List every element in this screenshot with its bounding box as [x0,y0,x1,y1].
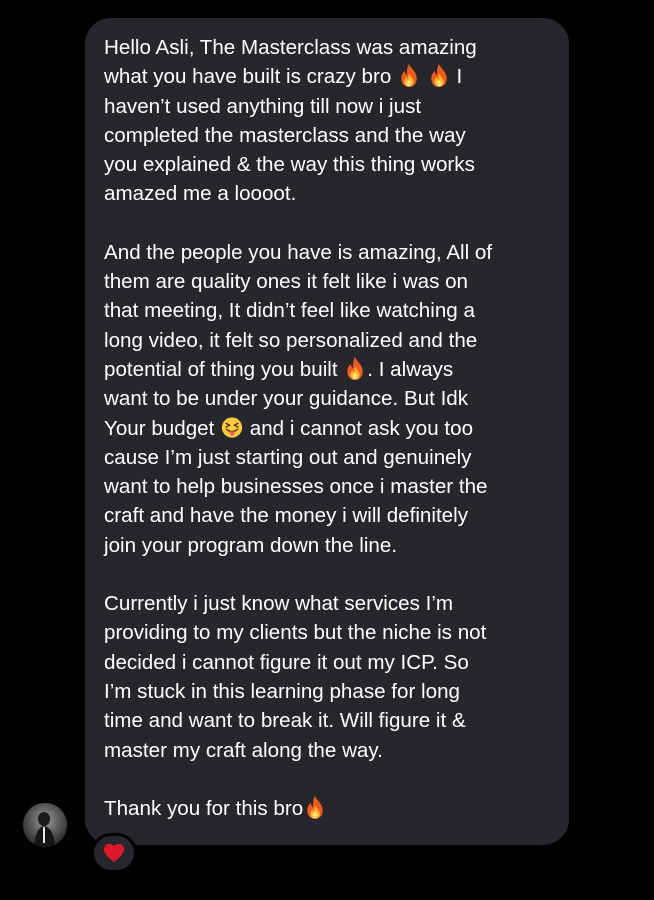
message-line: completed the masterclass and the way [104,121,551,150]
message-line: want to help businesses once i master th… [104,472,551,501]
message-paragraph: Hello Asli, The Masterclass was amazing w… [104,33,551,209]
message-text-segment: decided i cannot figure it out my ICP. S… [104,650,469,674]
message-text-segment: I [450,65,463,89]
message-text-segment: and i cannot ask you too [244,416,474,440]
avatar-icon [23,803,67,847]
message-paragraph: Thank you for this bro [104,794,551,823]
message-line: providing to my clients but the niche is… [104,618,551,647]
message-text-segment: long video, it felt so personalized and … [104,328,478,352]
message-line: master my craft along the way. [104,736,551,765]
fire-emoji [401,64,417,88]
message-text-segment: Your budget [104,416,221,440]
message-line: Hello Asli, The Masterclass was amazing [104,33,551,62]
message-bubble[interactable]: Hello Asli, The Masterclass was amazing w… [85,18,569,845]
fire-emoji [431,64,447,88]
message-text: Hello Asli, The Masterclass was amazing w… [104,33,551,823]
fire-emoji [347,356,363,381]
message-paragraph: Currently i just know what services I’m p… [104,589,551,765]
message-text-segment: completed the masterclass and the way [104,123,466,147]
message-line: time and want to break it. Will figure i… [104,706,551,735]
message-text-segment: cause I’m just starting out and genuinel… [104,445,472,469]
message-text-segment: And the people you have is amazing, All … [104,240,493,264]
message-line: craft and have the money i will definite… [104,501,551,530]
message-text-segment: time and want to break it. Will figure i… [104,709,466,733]
message-text-segment: want to help businesses once i master th… [104,475,488,499]
message-text-segment: that meeting, It didn’t feel like watchi… [104,299,475,323]
message-text-segment: Thank you for this bro [104,796,304,820]
message-line: long video, it felt so personalized and … [104,326,551,355]
message-text-segment: them are quality ones it felt like i was… [104,270,469,294]
message-text-segment: want to be under your guidance. But Idk [104,387,469,411]
message-text-segment: I’m stuck in this learning phase for lon… [104,679,460,703]
message-line: that meeting, It didn’t feel like watchi… [104,296,551,325]
message-line: cause I’m just starting out and genuinel… [104,443,551,472]
message-line: want to be under your guidance. But Idk [104,384,551,413]
message-line: potential of thing you built . I always [104,355,551,384]
message-line: Your budget and i cannot ask you too [104,414,551,443]
message-line: what you have built is crazy bro I [104,62,551,91]
message-text-segment: providing to my clients but the niche is… [104,621,487,645]
message-line: Currently i just know what services I’m [104,589,551,618]
message-line: join your program down the line. [104,531,551,560]
sender-avatar[interactable] [23,803,67,847]
message-text-segment: Hello Asli, The Masterclass was amazing [104,36,477,59]
reaction-badge[interactable] [91,833,137,873]
heart-icon [104,843,124,863]
message-text-segment [421,65,427,88]
message-text-segment: you explained & the way this thing works [104,153,475,177]
message-text-segment: amazed me a loooot. [104,182,297,206]
message-line: amazed me a loooot. [104,179,551,208]
message-text-segment: potential of thing you built [104,357,344,381]
message-line: And the people you have is amazing, All … [104,238,551,267]
message-paragraph: And the people you have is amazing, All … [104,238,551,560]
message-line: haven’t used anything till now i just [104,92,551,121]
squinting-tongue-emoji [221,416,243,438]
message-line: I’m stuck in this learning phase for lon… [104,677,551,706]
message-line: decided i cannot figure it out my ICP. S… [104,648,551,677]
message-text-segment: Currently i just know what services I’m [104,592,454,616]
message-text-segment: haven’t used anything till now i just [104,94,422,118]
message-text-segment: craft and have the money i will definite… [104,504,469,528]
message-line: Thank you for this bro [104,794,551,823]
message-line: you explained & the way this thing works [104,150,551,179]
message-text-segment: what you have built is crazy bro [104,65,398,89]
message-text-segment: join your program down the line. [104,533,398,557]
message-line: them are quality ones it felt like i was… [104,267,551,296]
fire-emoji [307,795,323,819]
message-text-segment: master my craft along the way. [104,738,383,762]
message-text-segment: . I always [367,357,454,381]
